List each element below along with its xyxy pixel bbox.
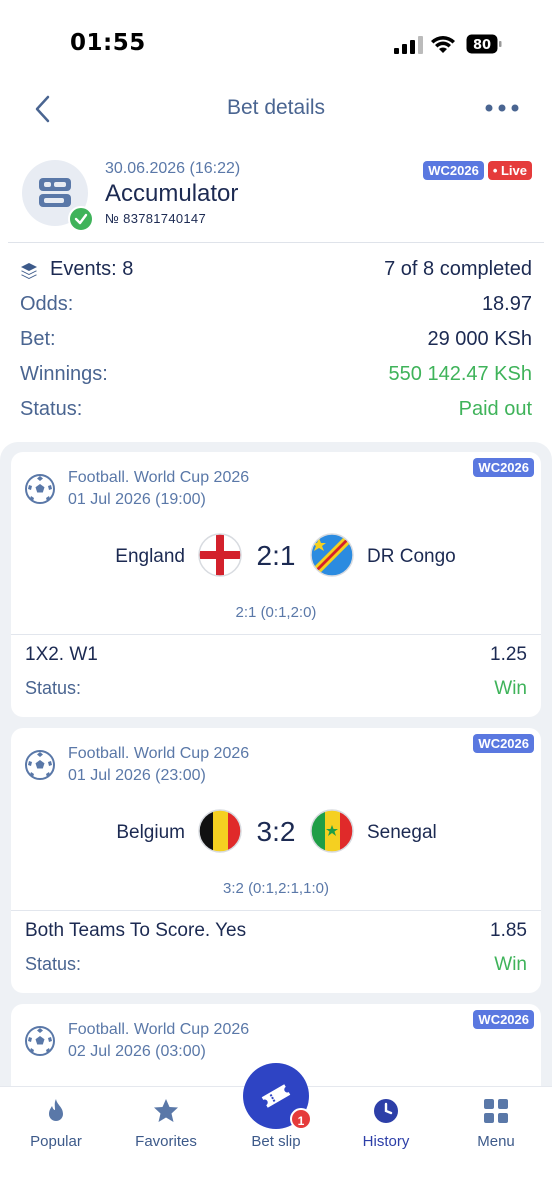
event-card[interactable]: Football. World Cup 2026 01 Jul 2026 (19… [11, 452, 541, 717]
score-detail: 3:2 (0:1,2:1,1:0) [223, 880, 329, 897]
divider [8, 242, 544, 243]
kickoff-time: 02 Jul 2026 (03:00) [68, 1043, 206, 1060]
wc2026-badge: WC2026 [423, 161, 484, 180]
score: 2:1 [256, 540, 296, 571]
battery-level: 80 [473, 38, 491, 53]
betslip-count-badge: 1 [290, 1108, 312, 1130]
wc2026-badge: WC2026 [473, 734, 534, 753]
score: 3:2 [256, 816, 296, 847]
england-flag-icon [198, 533, 242, 577]
stake-row: Bet: 29 000 KSh [20, 325, 532, 360]
bet-info: Events: 8 7 of 8 completed Odds: 18.97 B… [20, 255, 532, 430]
status-value: Win [494, 954, 527, 975]
grid-icon [484, 1099, 508, 1123]
football-icon [25, 750, 55, 780]
winnings-value: 550 142.47 KSh [388, 363, 532, 385]
match-row: Belgium 3:2 Senegal [11, 808, 541, 858]
status-label: Status: [25, 954, 82, 974]
league-name: Football. World Cup 2026 [68, 1021, 250, 1038]
divider [11, 634, 541, 635]
divider [11, 910, 541, 911]
home-team: England [115, 546, 185, 567]
league-name: Football. World Cup 2026 [68, 469, 250, 486]
bet-number: № 83781740147 [105, 211, 206, 226]
wifi-icon [431, 36, 455, 53]
score-detail: 2:1 (0:1,2:0) [235, 604, 317, 621]
status-label: Status: [20, 398, 83, 420]
accumulator-icon [39, 178, 71, 207]
nav-popular[interactable]: Popular [1, 1087, 111, 1167]
away-team: Senegal [367, 822, 437, 843]
kickoff-time: 01 Jul 2026 (23:00) [68, 767, 206, 784]
odds-label: Odds: [20, 293, 74, 315]
belgium-flag-icon [198, 809, 242, 853]
events-label: Events: 8 [50, 258, 134, 280]
odd: 1.85 [490, 920, 527, 941]
star-icon [154, 1099, 178, 1122]
stake-value: 29 000 KSh [427, 328, 532, 350]
nav-label: Menu [477, 1133, 515, 1150]
away-team: DR Congo [367, 546, 456, 567]
clock: 01:55 [70, 30, 146, 56]
battery-icon: 80 [466, 34, 502, 54]
dr-congo-flag-icon [310, 533, 354, 577]
winnings-row: Winnings: 550 142.47 KSh [20, 360, 532, 395]
status-value: Paid out [458, 398, 532, 420]
home-team: Belgium [116, 822, 185, 843]
nav-history[interactable]: History [331, 1087, 441, 1167]
events-row: Events: 8 7 of 8 completed [20, 255, 532, 290]
ticket-icon [261, 1084, 291, 1108]
winnings-label: Winnings: [20, 363, 108, 385]
clock-icon [374, 1099, 398, 1123]
football-icon [25, 1026, 55, 1056]
event-card[interactable]: Football. World Cup 2026 01 Jul 2026 (23… [11, 728, 541, 993]
status-row: Status: Paid out [20, 395, 532, 430]
status-label: Status: [25, 678, 82, 698]
bet-date: 30.06.2026 (16:22) [105, 160, 241, 177]
nav-label: Favorites [135, 1133, 197, 1150]
league-name: Football. World Cup 2026 [68, 745, 250, 762]
nav-label: Popular [30, 1133, 82, 1150]
wc2026-badge: WC2026 [473, 1010, 534, 1029]
kickoff-time: 01 Jul 2026 (19:00) [68, 491, 206, 508]
page-title: Bet details [226, 96, 326, 119]
nav-label: History [362, 1133, 410, 1150]
odds-value: 18.97 [481, 293, 532, 315]
layers-icon [21, 263, 37, 279]
check-icon [68, 206, 94, 232]
status-bar: 01:55 80 [0, 0, 552, 90]
nav-favorites[interactable]: Favorites [111, 1087, 221, 1167]
wc2026-badge: WC2026 [473, 458, 534, 477]
more-options-icon[interactable] [484, 102, 520, 114]
signal-icon [394, 36, 423, 54]
odds-row: Odds: 18.97 [20, 290, 532, 325]
events-list[interactable]: Football. World Cup 2026 01 Jul 2026 (19… [0, 442, 552, 1092]
market: Both Teams To Score. Yes [25, 920, 247, 941]
live-badge: • Live [487, 161, 532, 180]
events-value: 7 of 8 completed [384, 258, 532, 280]
football-icon [25, 474, 55, 504]
match-row: England 2:1 DR Congo [11, 532, 541, 582]
nav-menu[interactable]: Menu [441, 1087, 551, 1167]
senegal-flag-icon [310, 809, 354, 853]
flame-icon [49, 1099, 63, 1121]
nav-label: Bet slip [251, 1133, 301, 1150]
bet-type: Accumulator [105, 180, 239, 207]
odd: 1.25 [490, 644, 527, 665]
stake-label: Bet: [20, 328, 56, 350]
status-value: Win [494, 678, 527, 699]
app-header: Bet details [0, 88, 552, 132]
market: 1X2. W1 [25, 644, 98, 665]
bet-tags: WC2026 • Live [423, 161, 532, 180]
